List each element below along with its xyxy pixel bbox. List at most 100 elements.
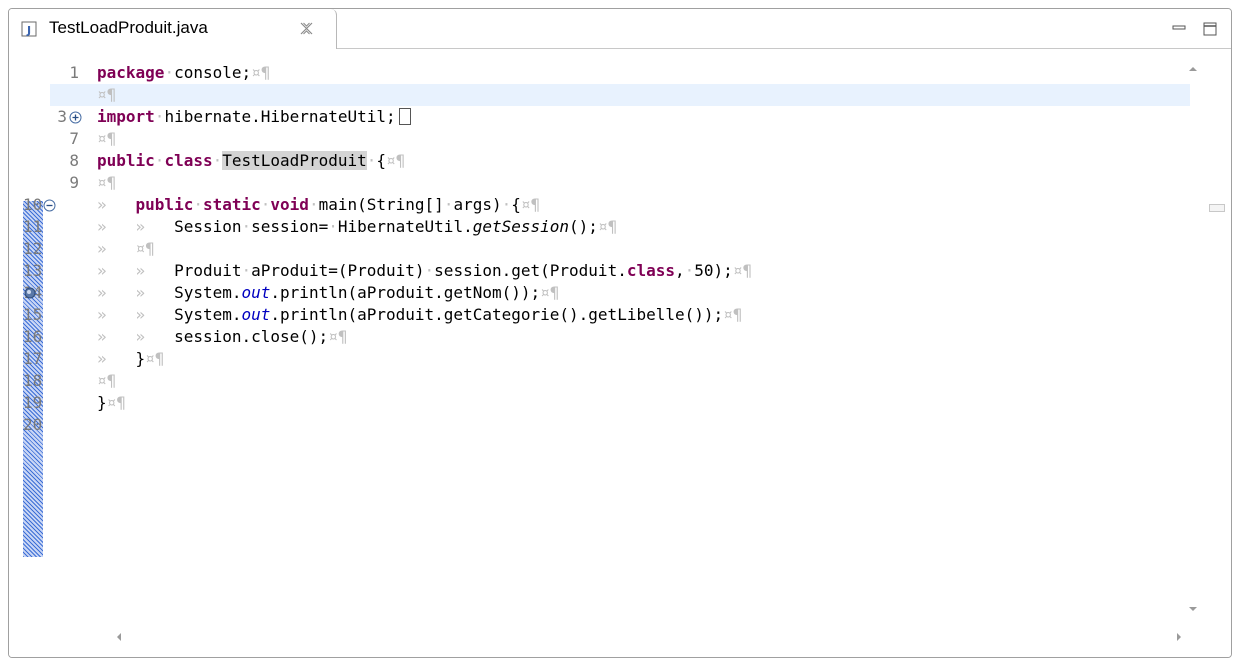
java-file-icon: J: [21, 21, 37, 37]
tab-bar: J TestLoadProduit.java: [9, 9, 1231, 49]
whitespace-marker: ¤¶: [328, 327, 348, 346]
code-token: out: [241, 283, 271, 302]
whitespace-marker: ·: [443, 195, 454, 214]
code-token: TestLoadProduit: [222, 151, 367, 170]
code-line[interactable]: » » Session·session=·HibernateUtil.getSe…: [97, 216, 1187, 238]
line-number: 13: [23, 261, 43, 280]
code-token: {: [511, 195, 521, 214]
code-token: hibernate.HibernateUtil;: [164, 107, 396, 126]
code-line[interactable]: » }¤¶: [97, 348, 1187, 370]
code-token: Produit: [174, 261, 242, 280]
scroll-right-icon[interactable]: [1175, 633, 1183, 641]
line-number: 18: [23, 371, 43, 390]
code-editor[interactable]: 1237891011121314151617181920 package·con…: [9, 49, 1231, 657]
whitespace-marker: » »: [97, 283, 175, 302]
whitespace-marker: ¤¶: [386, 151, 406, 170]
whitespace-marker: ¤¶: [106, 393, 126, 412]
code-token: System.: [174, 283, 242, 302]
whitespace-marker: ¤¶: [97, 371, 117, 390]
code-token: }: [135, 349, 146, 368]
keyword-token: class: [626, 261, 675, 280]
line-number: 17: [23, 349, 43, 368]
whitespace-marker: ·: [328, 217, 338, 236]
whitespace-marker: ¤¶: [251, 63, 271, 82]
line-number: 11: [23, 217, 43, 236]
editor-window: J TestLoadProduit.java 12378910111213141…: [8, 8, 1232, 658]
keyword-token: public: [97, 151, 155, 170]
whitespace-marker: ¤¶: [97, 129, 117, 148]
code-line[interactable]: ¤¶: [97, 128, 1187, 150]
collapsed-region-box[interactable]: [398, 108, 411, 125]
close-icon[interactable]: [299, 21, 314, 36]
keyword-token: package: [97, 63, 165, 82]
code-token: aProduit=(Produit): [251, 261, 425, 280]
code-line[interactable]: » » System.out.println(aProduit.getNom()…: [97, 282, 1187, 304]
code-line[interactable]: » ¤¶: [97, 238, 1187, 260]
whitespace-marker: ·: [193, 195, 203, 214]
whitespace-marker: ¤¶: [97, 85, 117, 104]
whitespace-marker: ¤¶: [597, 217, 618, 236]
code-line[interactable]: » » System.out.println(aProduit.getCateg…: [97, 304, 1187, 326]
whitespace-marker: » »: [97, 261, 175, 280]
line-number: 9: [69, 173, 79, 192]
code-line[interactable]: }¤¶: [97, 392, 1187, 414]
whitespace-marker: ·: [241, 217, 252, 236]
keyword-token: import: [97, 107, 155, 126]
code-line[interactable]: [97, 414, 1187, 436]
code-line[interactable]: import·hibernate.HibernateUtil;: [97, 106, 1187, 128]
line-number-ruler: 1237891011121314151617181920: [9, 49, 97, 617]
code-line[interactable]: ¤¶: [97, 370, 1187, 392]
whitespace-marker: ·: [366, 151, 377, 170]
code-line[interactable]: ¤¶: [97, 172, 1187, 194]
whitespace-marker: ¤¶: [135, 239, 155, 258]
breakpoint-icon[interactable]: [24, 287, 36, 299]
keyword-token: public: [135, 195, 194, 214]
code-token: {: [376, 151, 387, 170]
line-number: 16: [23, 327, 43, 346]
code-token: HibernateUtil.: [337, 217, 473, 236]
fold-collapse-icon[interactable]: [43, 199, 56, 212]
whitespace-marker: »: [97, 239, 136, 258]
whitespace-marker: ·: [212, 151, 223, 170]
whitespace-marker: ·: [308, 195, 319, 214]
code-line[interactable]: » public·static·void·main(String[]·args)…: [97, 194, 1187, 216]
code-token: ();: [569, 217, 598, 236]
scroll-down-icon[interactable]: [1189, 605, 1197, 613]
whitespace-marker: ·: [424, 261, 435, 280]
code-line[interactable]: public·class·TestLoadProduit·{¤¶: [97, 150, 1187, 172]
line-number: 7: [69, 129, 79, 148]
overview-marker[interactable]: [1209, 204, 1225, 212]
code-line[interactable]: » » session.close();¤¶: [97, 326, 1187, 348]
minimize-icon[interactable]: [1171, 21, 1187, 37]
code-text-area[interactable]: package·console;¤¶ ¤¶ import·hibernate.Hib…: [50, 49, 1190, 617]
scroll-up-icon[interactable]: [1189, 65, 1197, 73]
code-token: Session: [174, 217, 242, 236]
line-number: 20: [23, 415, 43, 434]
code-line[interactable]: package·console;¤¶: [97, 62, 1187, 84]
overview-ruler[interactable]: [1201, 49, 1231, 657]
tab-testloadproduit[interactable]: J TestLoadProduit.java: [9, 9, 337, 49]
whitespace-marker: » »: [97, 217, 175, 236]
code-token: out: [241, 305, 271, 324]
maximize-icon[interactable]: [1202, 21, 1218, 37]
fold-expand-icon[interactable]: [69, 111, 82, 124]
scroll-left-icon[interactable]: [115, 633, 123, 641]
keyword-token: void: [270, 195, 309, 214]
code-line[interactable]: ¤¶: [50, 84, 1190, 106]
whitespace-marker: ¤¶: [540, 283, 560, 302]
whitespace-marker: ·: [154, 107, 165, 126]
tab-label: TestLoadProduit.java: [49, 18, 208, 37]
horizontal-scrollbar[interactable]: [97, 617, 1187, 657]
line-number: 15: [23, 305, 43, 324]
whitespace-marker: ¤¶: [732, 261, 753, 280]
whitespace-marker: ·: [154, 151, 165, 170]
whitespace-marker: »: [97, 349, 136, 368]
whitespace-marker: ·: [260, 195, 271, 214]
code-token: session.close();: [174, 327, 329, 346]
code-line[interactable]: » » Produit·aProduit=(Produit)·session.g…: [97, 260, 1187, 282]
whitespace-marker: » »: [97, 327, 175, 346]
whitespace-marker: ¤¶: [723, 305, 743, 324]
svg-text:J: J: [26, 24, 31, 37]
whitespace-marker: ¤¶: [520, 195, 541, 214]
vertical-scrollbar[interactable]: [1184, 49, 1201, 617]
